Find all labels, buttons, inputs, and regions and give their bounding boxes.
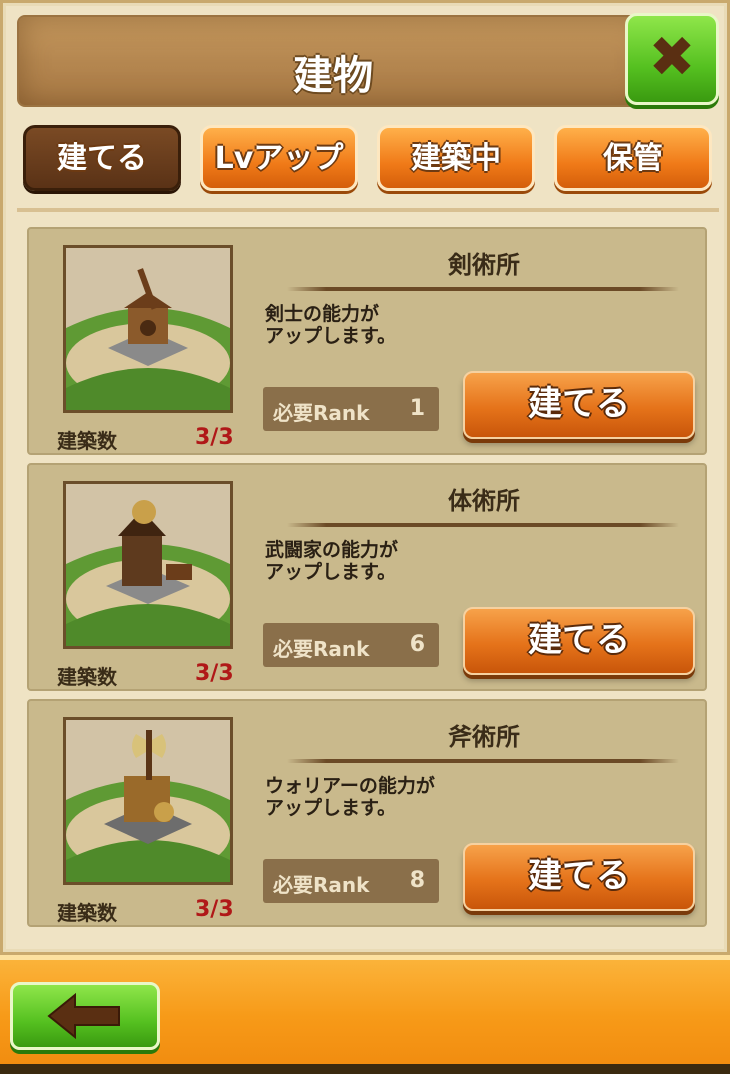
name-divider — [287, 759, 679, 763]
build-button[interactable]: 建てる — [463, 371, 695, 439]
build-button[interactable]: 建てる — [463, 607, 695, 675]
build-count-label: 建築数 — [57, 901, 117, 925]
required-rank-label: 必要Rank — [273, 401, 370, 425]
required-rank-value: 8 — [409, 868, 425, 893]
build-count-value: 3/3 — [195, 425, 234, 450]
tab-storage[interactable]: 保管 — [554, 125, 712, 191]
bottom-strip — [0, 1064, 730, 1074]
building-description: 剣士の能力が アップします。 — [265, 303, 397, 347]
martial-arts-building-icon — [63, 481, 233, 649]
building-name: 剣術所 — [448, 251, 520, 279]
name-divider — [287, 287, 679, 291]
required-rank-value: 6 — [409, 632, 425, 657]
required-rank-box: 必要Rank 8 — [263, 859, 439, 903]
tab-build[interactable]: 建てる — [23, 125, 181, 191]
building-description: 武闘家の能力が アップします。 — [265, 539, 399, 583]
building-card: 建築数 3/3 体術所 武闘家の能力が アップします。 必要Rank 6 建てる — [27, 463, 707, 691]
arrow-left-icon — [47, 992, 120, 1040]
build-count-value: 3/3 — [195, 897, 234, 922]
tab-level-up[interactable]: Lvアップ — [200, 125, 358, 191]
title-bar: 建物 — [17, 15, 649, 107]
building-name: 体術所 — [448, 487, 520, 515]
required-rank-label: 必要Rank — [273, 873, 370, 897]
tab-bar: 建てる Lvアップ 建築中 保管 — [23, 125, 713, 193]
build-count-label: 建築数 — [57, 429, 117, 453]
page-title: 建物 — [293, 53, 373, 99]
building-description: ウォリアーの能力が アップします。 — [265, 775, 435, 819]
close-button[interactable]: ✖ — [625, 13, 719, 105]
divider — [17, 208, 719, 212]
building-name: 斧術所 — [448, 723, 520, 751]
building-card: 建築数 3/3 斧術所 ウォリアーの能力が アップします。 必要Rank 8 建… — [27, 699, 707, 927]
required-rank-value: 1 — [409, 396, 425, 421]
close-icon: ✖ — [648, 25, 696, 90]
tab-under-construction[interactable]: 建築中 — [377, 125, 535, 191]
sword-training-building-icon — [63, 245, 233, 413]
build-count-value: 3/3 — [195, 661, 234, 686]
axe-training-building-icon — [63, 717, 233, 885]
bottom-bar — [0, 955, 730, 1074]
dialog-frame: 建物 ✖ 建てる Lvアップ 建築中 保管 建築数 3/3 剣術所 剣士の能力が… — [0, 0, 730, 955]
name-divider — [287, 523, 679, 527]
build-button[interactable]: 建てる — [463, 843, 695, 911]
required-rank-label: 必要Rank — [273, 637, 370, 661]
build-count-label: 建築数 — [57, 665, 117, 689]
required-rank-box: 必要Rank 1 — [263, 387, 439, 431]
back-button[interactable] — [10, 982, 160, 1050]
required-rank-box: 必要Rank 6 — [263, 623, 439, 667]
building-card: 建築数 3/3 剣術所 剣士の能力が アップします。 必要Rank 1 建てる — [27, 227, 707, 455]
